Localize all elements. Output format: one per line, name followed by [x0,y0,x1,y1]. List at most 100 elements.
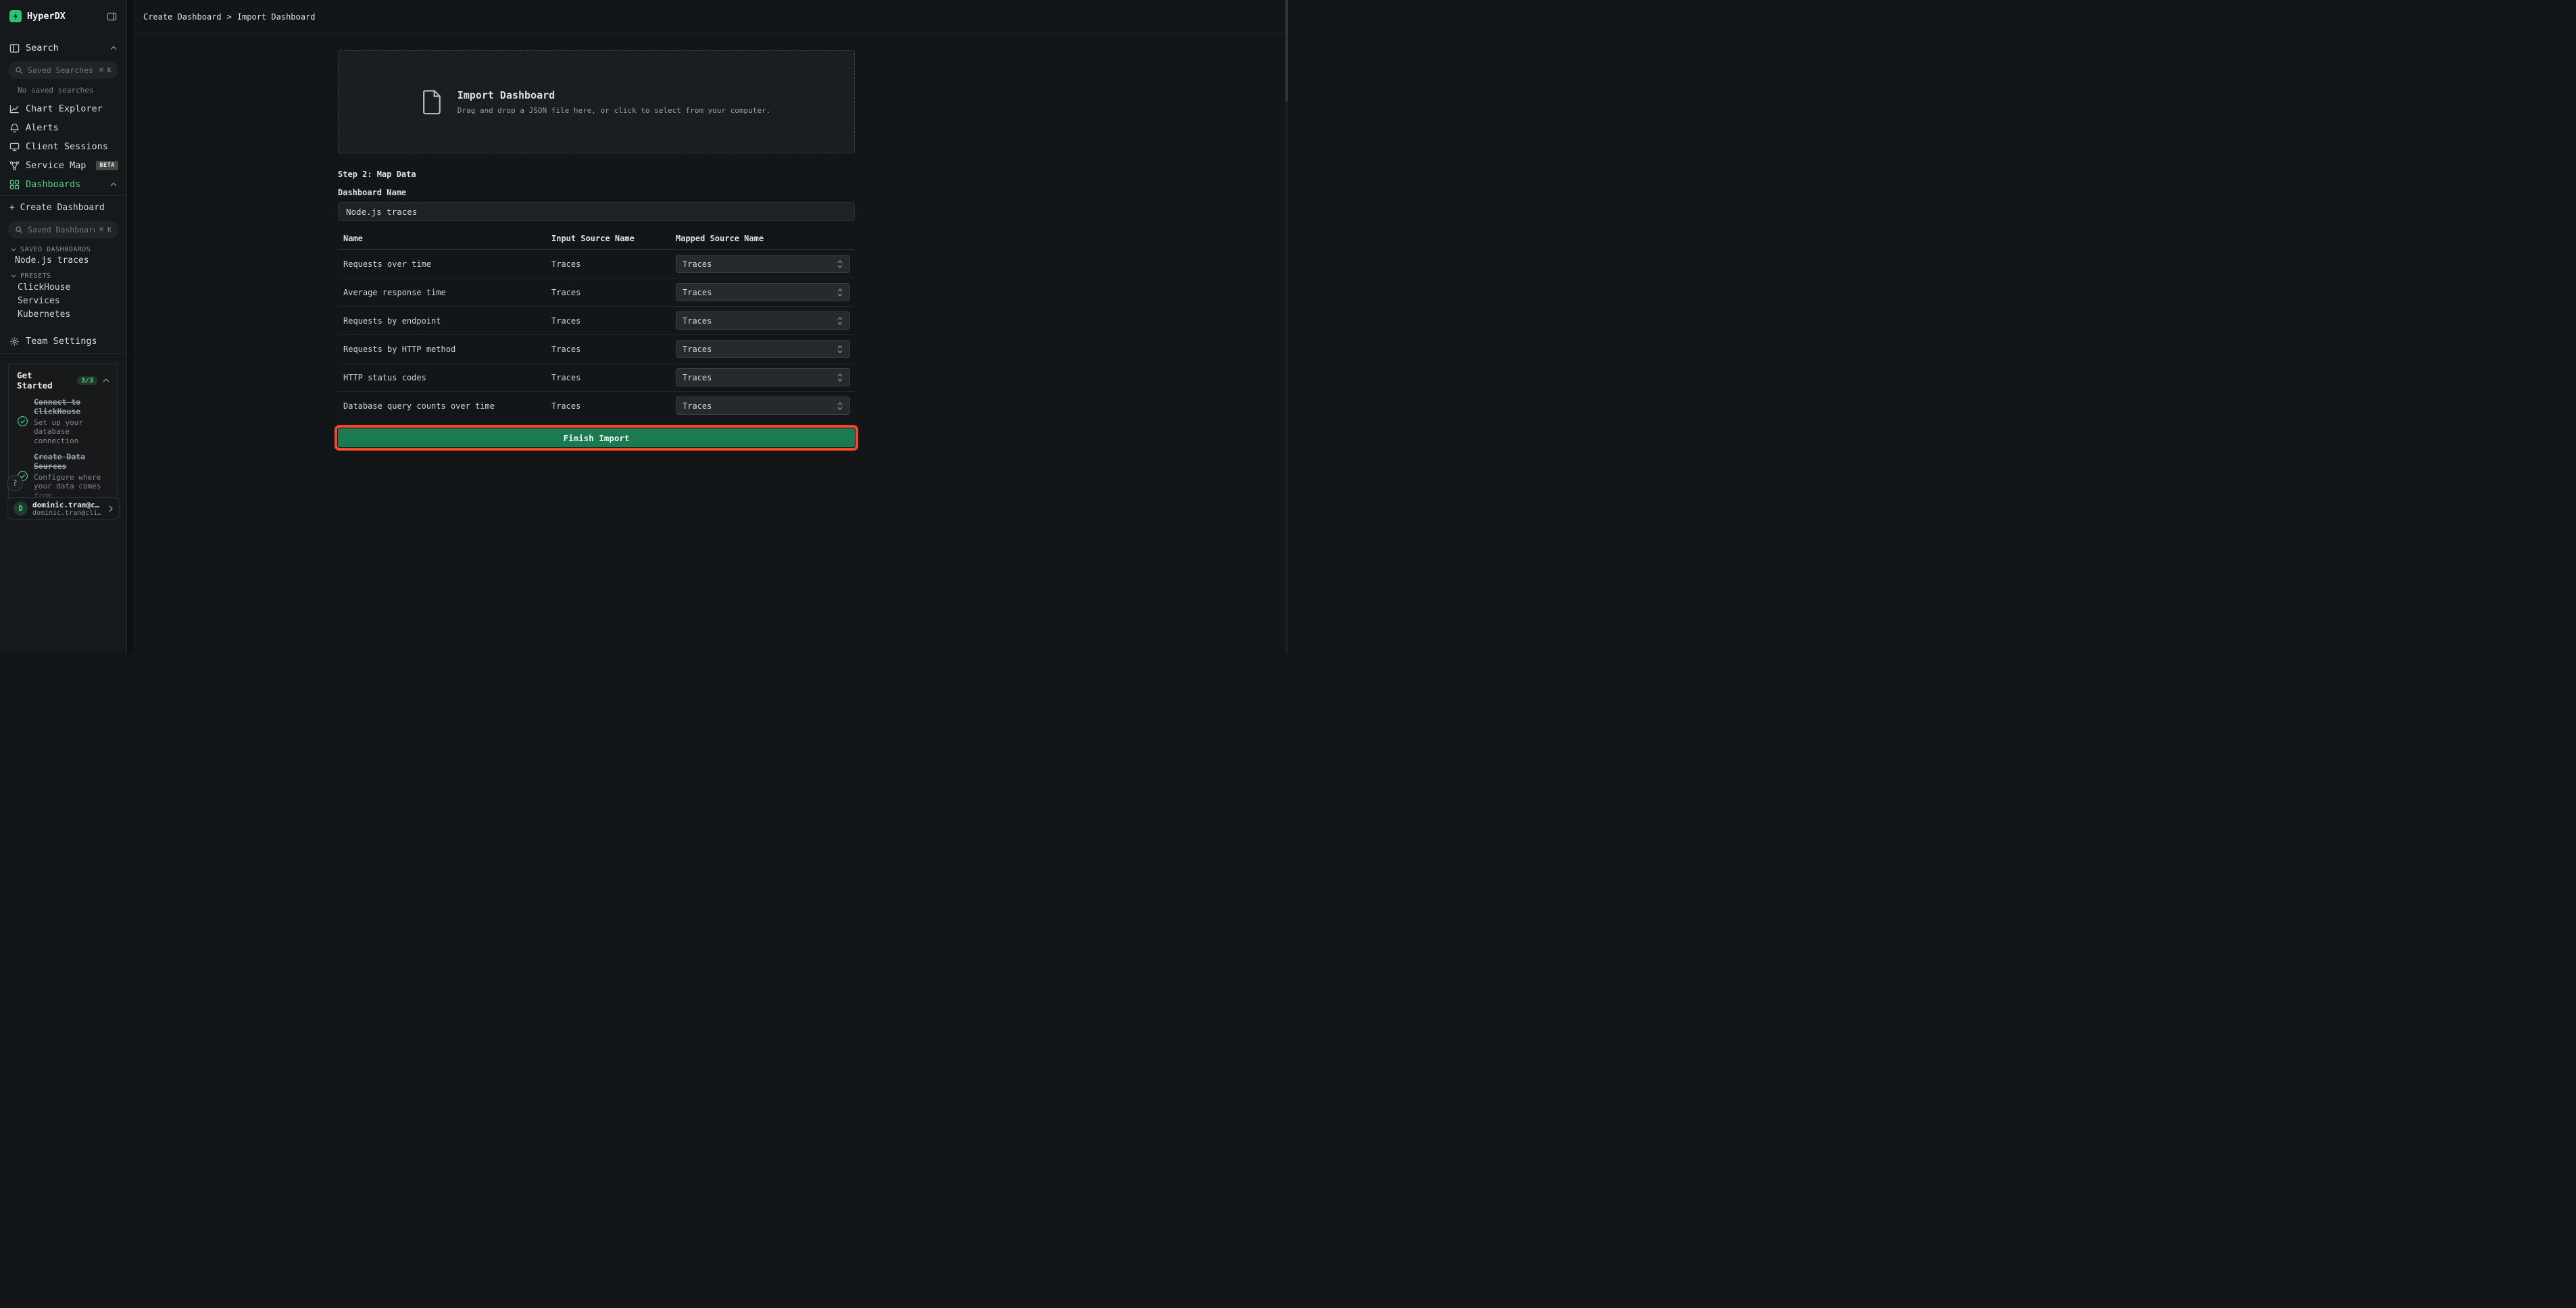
dropzone-title: Import Dashboard [457,89,771,101]
saved-dashboards-input[interactable]: Saved Dashboards ⌘ K [8,221,118,238]
user-texts: dominic.tran@c… dominic.tran@cli… [32,501,104,517]
chevron-up-icon [110,182,117,186]
create-dashboard-label: + Create Dashboard [9,203,105,213]
sidebar-item-label: Team Settings [26,336,97,347]
user-email: dominic.tran@cli… [32,509,104,517]
breadcrumb-create-dashboard[interactable]: Create Dashboard [143,12,222,22]
help-button[interactable]: ? [7,475,23,491]
main-area: Create Dashboard > Import Dashboard Impo… [133,0,1288,654]
get-started-title: Get Started [17,370,72,391]
chevron-up-icon [103,378,109,382]
chart-name-cell: Database query counts over time [338,392,546,420]
sidebar-item-dashboards[interactable]: Dashboards [0,175,126,194]
dashboard-name-label: Dashboard Name [338,188,855,197]
chart-name-cell: Requests over time [338,250,546,278]
sidebar-header: HyperDX [0,0,126,32]
saved-dashboards-placeholder: Saved Dashboards [28,225,95,234]
selected-value: Traces [683,259,712,269]
chevron-down-icon [11,274,16,278]
chart-name-cell: HTTP status codes [338,363,546,392]
get-started-step[interactable]: Connect to ClickHouse Set up your databa… [17,397,109,445]
group-label-text: SAVED DASHBOARDS [20,246,91,253]
sidebar-dashboard-nodejs-traces[interactable]: Node.js traces [0,254,126,267]
step-desc: Set up your database connection [34,418,109,445]
search-section-label: Search [26,43,59,53]
gear-icon [9,336,20,347]
group-label-text: PRESETS [20,272,51,280]
progress-badge: 3/3 [77,376,97,385]
chart-icon [9,104,20,114]
presets-group-header[interactable]: PRESETS [11,271,117,280]
sidebar-scrollbar-gutter[interactable] [127,0,133,654]
sidebar-preset-clickhouse[interactable]: ClickHouse [0,280,126,294]
sidebar-item-label: Alerts [26,122,59,133]
select-chevrons-icon [837,288,843,297]
create-dashboard-button[interactable]: + Create Dashboard [0,196,126,219]
sidebar-item-chart-explorer[interactable]: Chart Explorer [0,99,126,118]
input-source-cell: Traces [546,250,670,278]
chevron-right-icon [109,505,113,512]
sidebar-item-alerts[interactable]: Alerts [0,118,126,137]
search-icon [15,66,23,74]
page-scrollbar[interactable] [1285,0,1288,654]
scrollbar-thumb[interactable] [1285,0,1288,101]
sidebar-item-team-settings[interactable]: Team Settings [0,332,126,351]
mapped-source-select[interactable]: Traces [676,255,850,273]
chevron-down-icon [11,248,16,251]
user-name: dominic.tran@c… [32,501,104,509]
select-chevrons-icon [837,373,843,382]
get-started-step[interactable]: Create Data Sources Configure where your… [17,452,109,500]
mapped-source-select[interactable]: Traces [676,397,850,415]
table-row: Database query counts over time Traces T… [338,392,855,420]
get-started-header[interactable]: Get Started 3/3 [17,370,109,391]
monitor-icon [9,142,20,152]
step2-title: Step 2: Map Data [338,170,855,179]
selected-value: Traces [683,316,712,326]
select-chevrons-icon [837,316,843,326]
sidebar-item-label: Service Map [26,160,86,171]
import-dropzone[interactable]: Import Dashboard Drag and drop a JSON fi… [338,50,855,153]
user-menu[interactable]: D dominic.tran@c… dominic.tran@cli… [7,497,120,520]
no-saved-searches-text: No saved searches [18,86,126,95]
brand[interactable]: HyperDX [9,10,66,22]
sidebar-preset-kubernetes[interactable]: Kubernetes [0,307,126,321]
saved-searches-placeholder: Saved Searches [28,66,95,75]
brand-name: HyperDX [27,11,66,22]
avatar: D [14,501,28,515]
shortcut-badge: ⌘ K [99,67,112,74]
sidebar-nav: Chart Explorer Alerts Client Sessions Se… [0,99,126,194]
dashboards-grid-icon [9,180,20,190]
help-question-icon: ? [12,478,17,488]
selected-value: Traces [683,373,712,382]
mapped-source-select[interactable]: Traces [676,368,850,386]
sidebar-item-client-sessions[interactable]: Client Sessions [0,137,126,156]
sidebar-item-label: Chart Explorer [26,103,103,114]
beta-badge: BETA [96,161,118,170]
mapped-source-select[interactable]: Traces [676,340,850,358]
mapped-source-select[interactable]: Traces [676,283,850,301]
sidebar-item-service-map[interactable]: Service Map BETA [0,156,126,175]
input-source-cell: Traces [546,363,670,392]
search-icon [15,226,23,234]
shortcut-badge: ⌘ K [99,226,112,234]
dashboard-name-input[interactable] [338,202,855,221]
sidebar-preset-services[interactable]: Services [0,294,126,307]
finish-import-button[interactable]: Finish Import [338,428,855,447]
saved-dashboards-group-header[interactable]: SAVED DASHBOARDS [11,245,117,254]
sidebar-item-label: Client Sessions [26,141,108,152]
selected-value: Traces [683,401,712,411]
bell-icon [9,123,20,133]
breadcrumb-import-dashboard: Import Dashboard [237,12,316,22]
breadcrumb-separator: > [227,12,232,22]
check-circle-icon [17,416,28,427]
saved-searches-input[interactable]: Saved Searches ⌘ K [8,61,118,79]
collapse-sidebar-icon[interactable] [107,11,117,22]
mapped-source-select[interactable]: Traces [676,311,850,330]
col-header-input-source: Input Source Name [546,230,670,250]
hyperdx-logo-icon [9,10,22,22]
selected-value: Traces [683,288,712,297]
chevron-up-icon [110,46,117,50]
divider [0,353,126,354]
search-section-header[interactable]: Search [0,36,126,59]
get-started-card: Get Started 3/3 Connect to ClickHouse Se… [8,363,118,507]
